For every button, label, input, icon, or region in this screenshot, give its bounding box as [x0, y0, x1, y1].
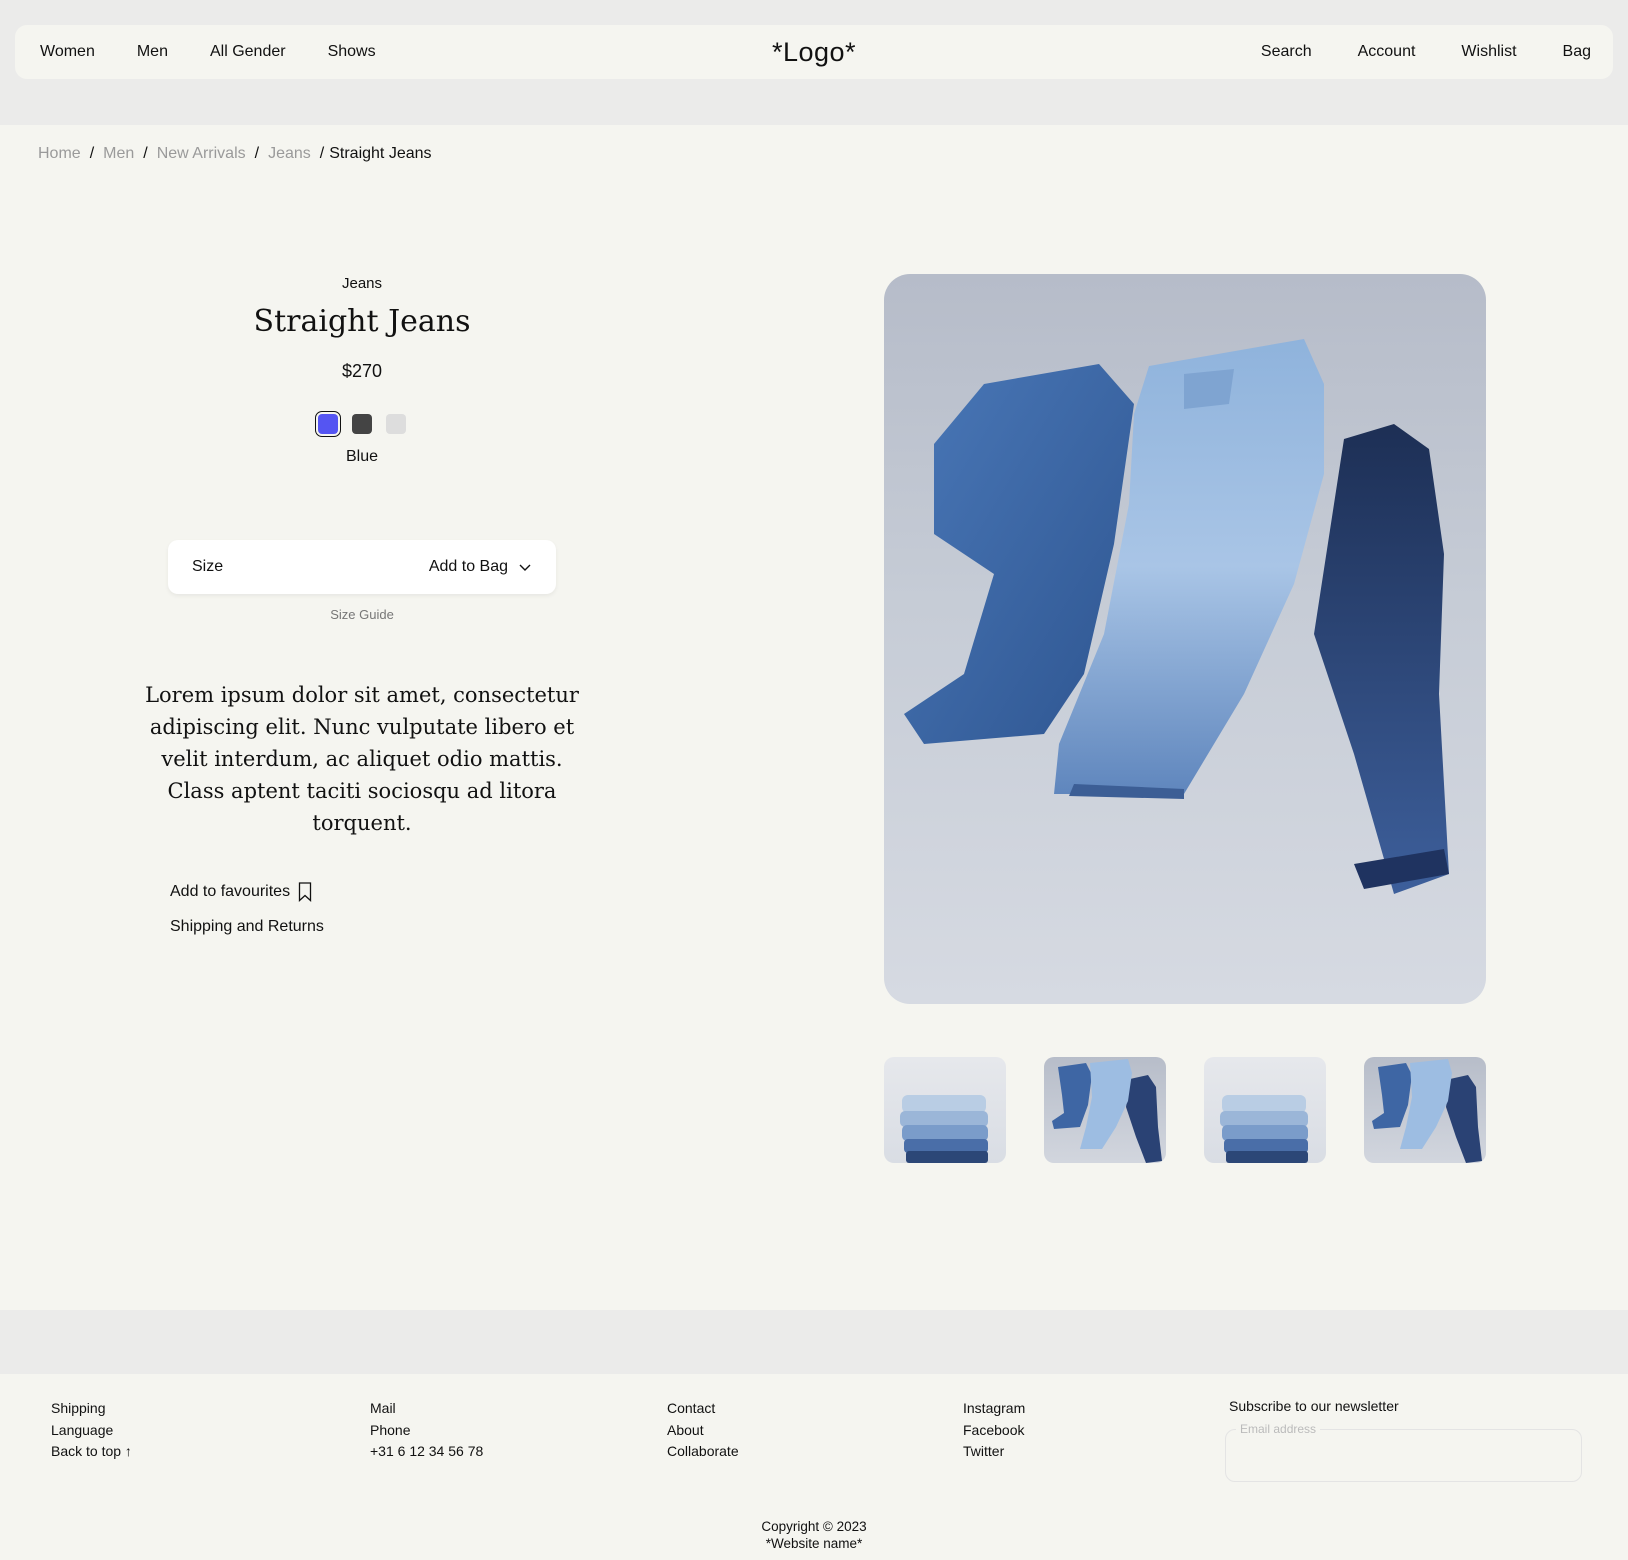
thumbnail-2[interactable] — [1044, 1057, 1166, 1163]
newsletter-title: Subscribe to our newsletter — [1229, 1398, 1399, 1414]
footer-col-social: Instagram Facebook Twitter — [963, 1398, 1025, 1463]
email-input[interactable] — [1226, 1430, 1581, 1481]
thumbnail-1[interactable] — [884, 1057, 1006, 1163]
product-category: Jeans — [341, 275, 383, 292]
footer-phone-number[interactable]: +31 6 12 34 56 78 — [370, 1441, 483, 1463]
copyright-text: Copyright © 2023 — [761, 1519, 867, 1534]
size-guide-link[interactable]: Size Guide — [168, 607, 556, 622]
breadcrumb-separator: / — [89, 145, 95, 162]
breadcrumb-separator: / — [319, 145, 325, 162]
color-swatches — [140, 411, 584, 437]
nav-wishlist[interactable]: Wishlist — [1461, 43, 1516, 61]
footer-language[interactable]: Language — [51, 1420, 132, 1442]
breadcrumb-home[interactable]: Home — [38, 145, 81, 163]
product-main-image — [884, 274, 1486, 1004]
breadcrumb-new-arrivals[interactable]: New Arrivals — [157, 145, 246, 163]
add-to-favourites-button[interactable]: Add to favourites — [170, 882, 312, 902]
stacked-jeans-thumbnail — [1220, 1095, 1308, 1163]
nav-all-gender[interactable]: All Gender — [210, 43, 286, 61]
swatch-blue[interactable] — [315, 411, 341, 437]
footer-contact[interactable]: Contact — [667, 1398, 739, 1420]
nav-shows[interactable]: Shows — [328, 43, 376, 61]
footer-twitter[interactable]: Twitter — [963, 1441, 1025, 1463]
bookmark-icon — [298, 882, 312, 902]
newsletter-email-field: Email address — [1225, 1422, 1582, 1482]
size-label: Size — [192, 558, 224, 575]
nav-account[interactable]: Account — [1358, 43, 1416, 61]
footer-band — [0, 1310, 1628, 1374]
nav-search[interactable]: Search — [1261, 43, 1312, 61]
shipping-returns-link[interactable]: Shipping and Returns — [170, 918, 324, 936]
nav-right-group: Search Account Wishlist Bag — [1215, 25, 1591, 79]
footer-col-site: Shipping Language Back to top ↑ — [51, 1398, 132, 1463]
stacked-jeans-thumbnail — [900, 1095, 988, 1163]
add-to-favourites-label: Add to favourites — [170, 883, 291, 900]
add-to-bag-label: Add to Bag — [428, 558, 508, 575]
footer-col-company: Contact About Collaborate — [667, 1398, 739, 1463]
breadcrumb-separator: / — [143, 145, 148, 162]
footer-phone[interactable]: Phone — [370, 1420, 483, 1442]
footer-instagram[interactable]: Instagram — [963, 1398, 1025, 1420]
footer-facebook[interactable]: Facebook — [963, 1420, 1025, 1442]
nav-women[interactable]: Women — [40, 43, 95, 61]
footer-shipping[interactable]: Shipping — [51, 1398, 132, 1420]
add-to-bag-button[interactable]: Add to Bag — [429, 558, 532, 576]
product-price: $270 — [341, 361, 383, 381]
copyright: Copyright © 2023 *Website name* — [0, 1518, 1628, 1552]
footer-about[interactable]: About — [667, 1420, 739, 1442]
swatch-black[interactable] — [352, 414, 372, 434]
thumbnail-4[interactable] — [1364, 1057, 1486, 1163]
size-selector[interactable]: Size Add to Bag — [168, 540, 556, 594]
floating-jeans-thumbnail — [1372, 1059, 1482, 1163]
footer-mail[interactable]: Mail — [370, 1398, 483, 1420]
floating-jeans-thumbnail — [1052, 1059, 1162, 1163]
selected-color-name: Blue — [345, 448, 379, 465]
product-title: Straight Jeans — [253, 304, 471, 339]
chevron-down-icon — [519, 564, 531, 571]
breadcrumb-men[interactable]: Men — [103, 145, 134, 163]
footer-collaborate[interactable]: Collaborate — [667, 1441, 739, 1463]
swatch-light-grey[interactable] — [386, 414, 406, 434]
thumbnail-3[interactable] — [1204, 1057, 1326, 1163]
breadcrumb-jeans[interactable]: Jeans — [268, 145, 311, 163]
floating-jeans-illustration — [904, 339, 1449, 894]
breadcrumb-current: Straight Jeans — [329, 145, 432, 162]
nav-bag[interactable]: Bag — [1563, 43, 1591, 61]
nav-men[interactable]: Men — [137, 43, 168, 61]
breadcrumb: Home / Men / New Arrivals / Jeans / Stra… — [38, 145, 432, 163]
main-navbar: Women Men All Gender Shows *Logo* Search… — [15, 25, 1613, 79]
breadcrumb-separator: / — [254, 145, 260, 162]
nav-left-group: Women Men All Gender Shows — [40, 25, 418, 79]
footer-back-to-top[interactable]: Back to top ↑ — [51, 1441, 132, 1463]
product-description: Lorem ipsum dolor sit amet, consectetur … — [145, 683, 579, 835]
product-info: Jeans Straight Jeans $270 Blue — [140, 270, 584, 466]
footer-col-contact-info: Mail Phone +31 6 12 34 56 78 — [370, 1398, 483, 1463]
website-name: *Website name* — [765, 1536, 863, 1551]
